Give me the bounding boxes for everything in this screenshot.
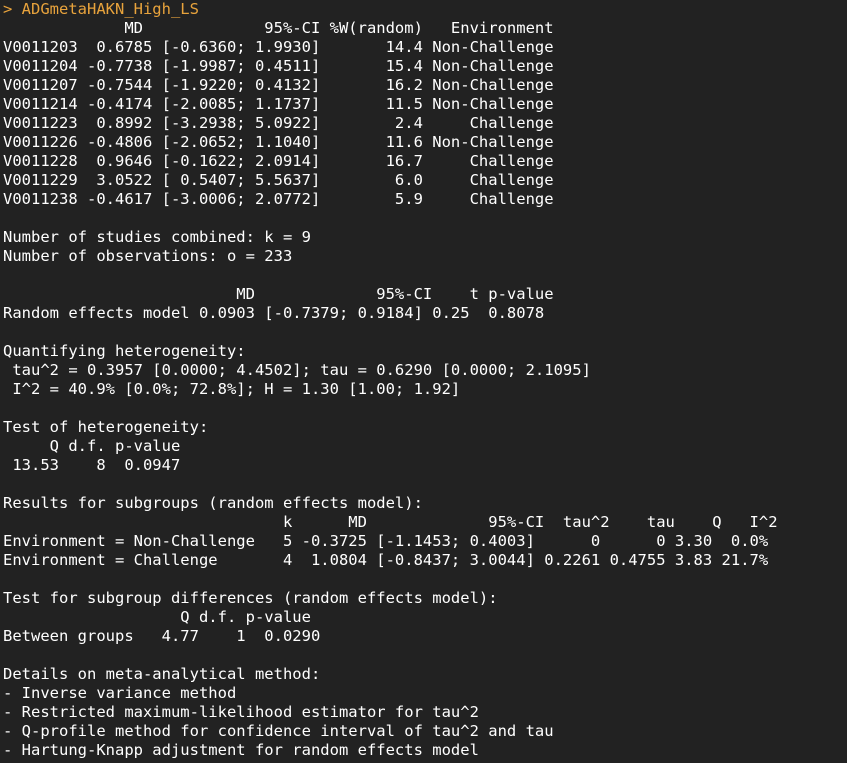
console-line: Number of studies combined: k = 9 bbox=[3, 228, 311, 246]
console-line: Quantifying heterogeneity: bbox=[3, 342, 246, 360]
console-line: - Hartung-Knapp adjustment for random ef… bbox=[3, 741, 479, 759]
console-line: - Inverse variance method bbox=[3, 684, 237, 702]
console-line: V0011223 0.8992 [-3.2938; 5.0922] 2.4 Ch… bbox=[3, 114, 554, 132]
console-line: V0011203 0.6785 [-0.6360; 1.9930] 14.4 N… bbox=[3, 38, 554, 56]
console-line: Results for subgroups (random effects mo… bbox=[3, 494, 423, 512]
r-console-output: > ADGmetaHAKN_High_LS MD 95%-CI %W(rando… bbox=[3, 0, 847, 763]
console-line: V0011204 -0.7738 [-1.9987; 0.4511] 15.4 … bbox=[3, 57, 554, 75]
console-line: MD 95%-CI %W(random) Environment bbox=[3, 19, 554, 37]
console-line: Test of heterogeneity: bbox=[3, 418, 209, 436]
console-line: Q d.f. p-value bbox=[3, 437, 181, 455]
console-line: tau^2 = 0.3957 [0.0000; 4.4502]; tau = 0… bbox=[3, 361, 591, 379]
console-line: Random effects model 0.0903 [-0.7379; 0.… bbox=[3, 304, 545, 322]
console-line: Test for subgroup differences (random ef… bbox=[3, 589, 498, 607]
console-line: k MD 95%-CI tau^2 tau Q I^2 bbox=[3, 513, 778, 531]
console-line: - Restricted maximum-likelihood estimato… bbox=[3, 703, 479, 721]
console-line: Environment = Challenge 4 1.0804 [-0.843… bbox=[3, 551, 769, 569]
console-line: V0011214 -0.4174 [-2.0085; 1.1737] 11.5 … bbox=[3, 95, 554, 113]
console-line: 13.53 8 0.0947 bbox=[3, 456, 181, 474]
console-line: V0011228 0.9646 [-0.1622; 2.0914] 16.7 C… bbox=[3, 152, 554, 170]
console-line: Number of observations: o = 233 bbox=[3, 247, 293, 265]
console-line: - Q-profile method for confidence interv… bbox=[3, 722, 554, 740]
console-line: Environment = Non-Challenge 5 -0.3725 [-… bbox=[3, 532, 769, 550]
console-line: Details on meta-analytical method: bbox=[3, 665, 321, 683]
console-line: I^2 = 40.9% [0.0%; 72.8%]; H = 1.30 [1.0… bbox=[3, 380, 461, 398]
console-line: V0011238 -0.4617 [-3.0006; 2.0772] 5.9 C… bbox=[3, 190, 554, 208]
console-line: MD 95%-CI t p-value bbox=[3, 285, 554, 303]
console-line: V0011229 3.0522 [ 0.5407; 5.5637] 6.0 Ch… bbox=[3, 171, 554, 189]
console-command-line: > ADGmetaHAKN_High_LS bbox=[3, 0, 199, 18]
console-line: Between groups 4.77 1 0.0290 bbox=[3, 627, 321, 645]
console-line: V0011207 -0.7544 [-1.9220; 0.4132] 16.2 … bbox=[3, 76, 554, 94]
console-line: Q d.f. p-value bbox=[3, 608, 311, 626]
console-line: V0011226 -0.4806 [-2.0652; 1.1040] 11.6 … bbox=[3, 133, 554, 151]
